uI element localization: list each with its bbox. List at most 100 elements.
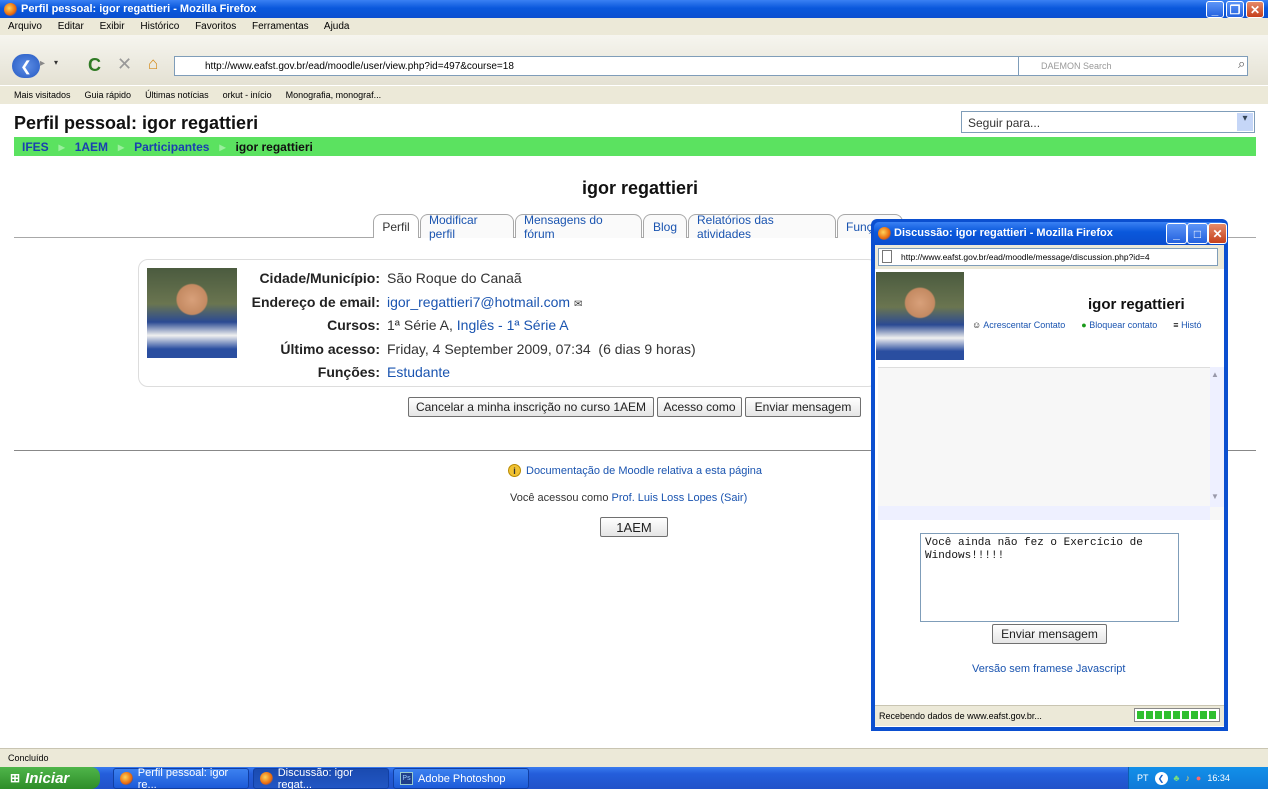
security-icon[interactable]: ●: [1196, 773, 1201, 783]
photoshop-icon: Ps: [400, 772, 413, 785]
stop-icon[interactable]: ✕: [117, 54, 132, 75]
breadcrumb-separator: ▸: [58, 139, 65, 154]
menu-favoritos[interactable]: Favoritos: [195, 21, 236, 32]
firefox-icon: [120, 772, 133, 785]
taskbar-item-label: Perfil pessoal: igor re...: [137, 766, 229, 789]
menu-ajuda[interactable]: Ajuda: [324, 21, 350, 32]
course-link[interactable]: Inglês - 1ª Série A: [457, 317, 569, 333]
course-home-button[interactable]: 1AEM: [600, 517, 668, 537]
course-plain: 1ª Série A,: [387, 317, 453, 333]
dropdown-icon[interactable]: ▾: [54, 58, 58, 67]
message-textarea[interactable]: Você ainda não fez o Exercício de Window…: [920, 533, 1179, 622]
clock: 16:34: [1207, 773, 1230, 783]
language-indicator[interactable]: PT: [1137, 773, 1149, 783]
tab-mensagens-forum[interactable]: Mensagens do fórum: [515, 213, 642, 241]
history-action[interactable]: ≡ Histó: [1173, 320, 1201, 330]
taskbar-item-photoshop[interactable]: Ps Adobe Photoshop: [393, 768, 529, 789]
popup-title: Discussão: igor regattieri - Mozilla Fir…: [894, 227, 1113, 239]
bookmarks-toolbar: Mais visitados Guia rápido Últimas notíc…: [0, 86, 1268, 104]
tab-relatorios[interactable]: Relatórios das atividades: [688, 213, 836, 241]
block-contact-action[interactable]: ● Bloquear contato: [1081, 320, 1157, 330]
role-link[interactable]: Estudante: [387, 364, 450, 380]
popup-send-button[interactable]: Enviar mensagem: [992, 624, 1107, 644]
add-contact-action[interactable]: ☺ Acrescentar Contato: [972, 320, 1065, 330]
chevron-down-icon[interactable]: ▾: [1237, 113, 1253, 131]
jump-to-select[interactable]: Seguir para... ▾: [961, 111, 1255, 133]
search-icon[interactable]: ⌕: [1238, 56, 1245, 72]
field-value-courses: 1ª Série A, Inglês - 1ª Série A: [387, 317, 569, 333]
login-as-button[interactable]: Acesso como: [657, 397, 742, 417]
breadcrumb-ifes[interactable]: IFES: [22, 140, 49, 154]
popup-status-text: Recebendo dados de www.eafst.gov.br...: [879, 711, 1042, 721]
menu-bar: Arquivo Editar Exibir Histórico Favorito…: [0, 18, 1268, 35]
block-contact-link[interactable]: Bloquear contato: [1089, 320, 1157, 330]
add-contact-link[interactable]: Acrescentar Contato: [983, 320, 1065, 330]
envelope-icon[interactable]: ✉: [574, 299, 582, 310]
noframes-link[interactable]: Versão sem framese Javascript: [972, 663, 1125, 675]
breadcrumb-current: igor regattieri: [235, 139, 313, 154]
start-button[interactable]: ⊞ Iniciar: [0, 767, 100, 789]
taskbar-item-profile[interactable]: Perfil pessoal: igor re...: [113, 766, 249, 789]
window-title: Perfil pessoal: igor regattieri - Mozill…: [21, 3, 257, 15]
breadcrumb-1aem[interactable]: 1AEM: [75, 140, 108, 154]
network-icon[interactable]: ♣: [1174, 773, 1180, 783]
popup-close-button[interactable]: ✕: [1208, 223, 1227, 244]
bookmark-ultimas-noticias[interactable]: Últimas notícias: [145, 90, 209, 100]
logged-prefix: Você acessou como: [510, 492, 609, 504]
bookmark-monografia[interactable]: Monografia, monograf...: [286, 90, 382, 100]
popup-minimize-button[interactable]: _: [1166, 223, 1187, 244]
breadcrumb-participantes[interactable]: Participantes: [134, 140, 209, 154]
horizontal-scrollbar[interactable]: [878, 506, 1210, 520]
close-button[interactable]: ✕: [1246, 1, 1264, 18]
field-value-city: São Roque do Canaã: [387, 270, 522, 286]
moodle-doc-link[interactable]: Documentação de Moodle relativa a esta p…: [526, 465, 762, 477]
volume-icon[interactable]: ♪: [1185, 773, 1190, 783]
logged-user-link[interactable]: Prof. Luis Loss Lopes: [612, 492, 718, 504]
unenrol-button[interactable]: Cancelar a minha inscrição no curso 1AEM: [408, 397, 654, 417]
taskbar-item-discussion[interactable]: Discussão: igor regat...: [253, 766, 389, 789]
popup-maximize-button[interactable]: □: [1187, 223, 1208, 244]
doc-link-row: i Documentação de Moodle relativa a esta…: [508, 464, 762, 477]
breadcrumb: IFES ▸ 1AEM ▸ Participantes ▸ igor regat…: [14, 137, 1256, 156]
info-icon: i: [508, 464, 521, 477]
home-icon[interactable]: ⌂: [148, 54, 158, 74]
search-placeholder: DAEMON Search: [1041, 61, 1112, 71]
maximize-button[interactable]: ❐: [1226, 1, 1244, 18]
history-link[interactable]: Histó: [1181, 320, 1202, 330]
avatar[interactable]: [147, 268, 237, 358]
bookmark-guia-rapido[interactable]: Guia rápido: [85, 90, 132, 100]
scroll-down-icon[interactable]: ▼: [1211, 492, 1219, 501]
message-history-frame: [878, 367, 1224, 520]
menu-historico[interactable]: Histórico: [140, 21, 179, 32]
popup-url-bar: http://www.eafst.gov.br/ead/moodle/messa…: [878, 248, 1218, 266]
search-input[interactable]: DAEMON Search: [1018, 56, 1248, 76]
back-button[interactable]: ❮: [12, 54, 40, 78]
menu-ferramentas[interactable]: Ferramentas: [252, 21, 309, 32]
field-label-roles: Funções:: [317, 364, 380, 380]
send-message-button[interactable]: Enviar mensagem: [745, 397, 861, 417]
scroll-up-icon[interactable]: ▲: [1211, 370, 1219, 379]
breadcrumb-separator: ▸: [219, 139, 226, 154]
email-link[interactable]: igor_regattieri7@hotmail.com: [387, 294, 570, 310]
page-title: Perfil pessoal: igor regattieri: [14, 113, 259, 133]
logout-link[interactable]: (Sair): [720, 492, 747, 504]
tray-arrow-icon[interactable]: ❮: [1154, 771, 1168, 785]
tab-blog[interactable]: Blog: [643, 214, 687, 238]
firefox-icon: [260, 772, 273, 785]
logged-in-info: Você acessou como Prof. Luis Loss Lopes …: [510, 492, 810, 504]
tab-modificar-perfil[interactable]: Modificar perfil: [420, 213, 514, 241]
taskbar-item-label: Discussão: igor regat...: [277, 766, 353, 789]
menu-exibir[interactable]: Exibir: [100, 21, 125, 32]
status-text: Concluído: [8, 753, 49, 763]
tab-perfil[interactable]: Perfil: [373, 214, 419, 238]
minimize-button[interactable]: _: [1206, 1, 1224, 18]
bookmark-orkut[interactable]: orkut - início: [223, 90, 272, 100]
block-contact-icon: ●: [1081, 320, 1087, 330]
menu-arquivo[interactable]: Arquivo: [8, 21, 42, 32]
menu-editar[interactable]: Editar: [58, 21, 84, 32]
reload-icon[interactable]: C: [88, 55, 101, 76]
bookmark-mais-visitados[interactable]: Mais visitados: [14, 90, 71, 100]
popup-avatar[interactable]: [876, 272, 964, 360]
field-value-last-access: Friday, 4 September 2009, 07:34 (6 dias …: [387, 341, 696, 357]
vertical-scrollbar[interactable]: [1210, 367, 1224, 507]
